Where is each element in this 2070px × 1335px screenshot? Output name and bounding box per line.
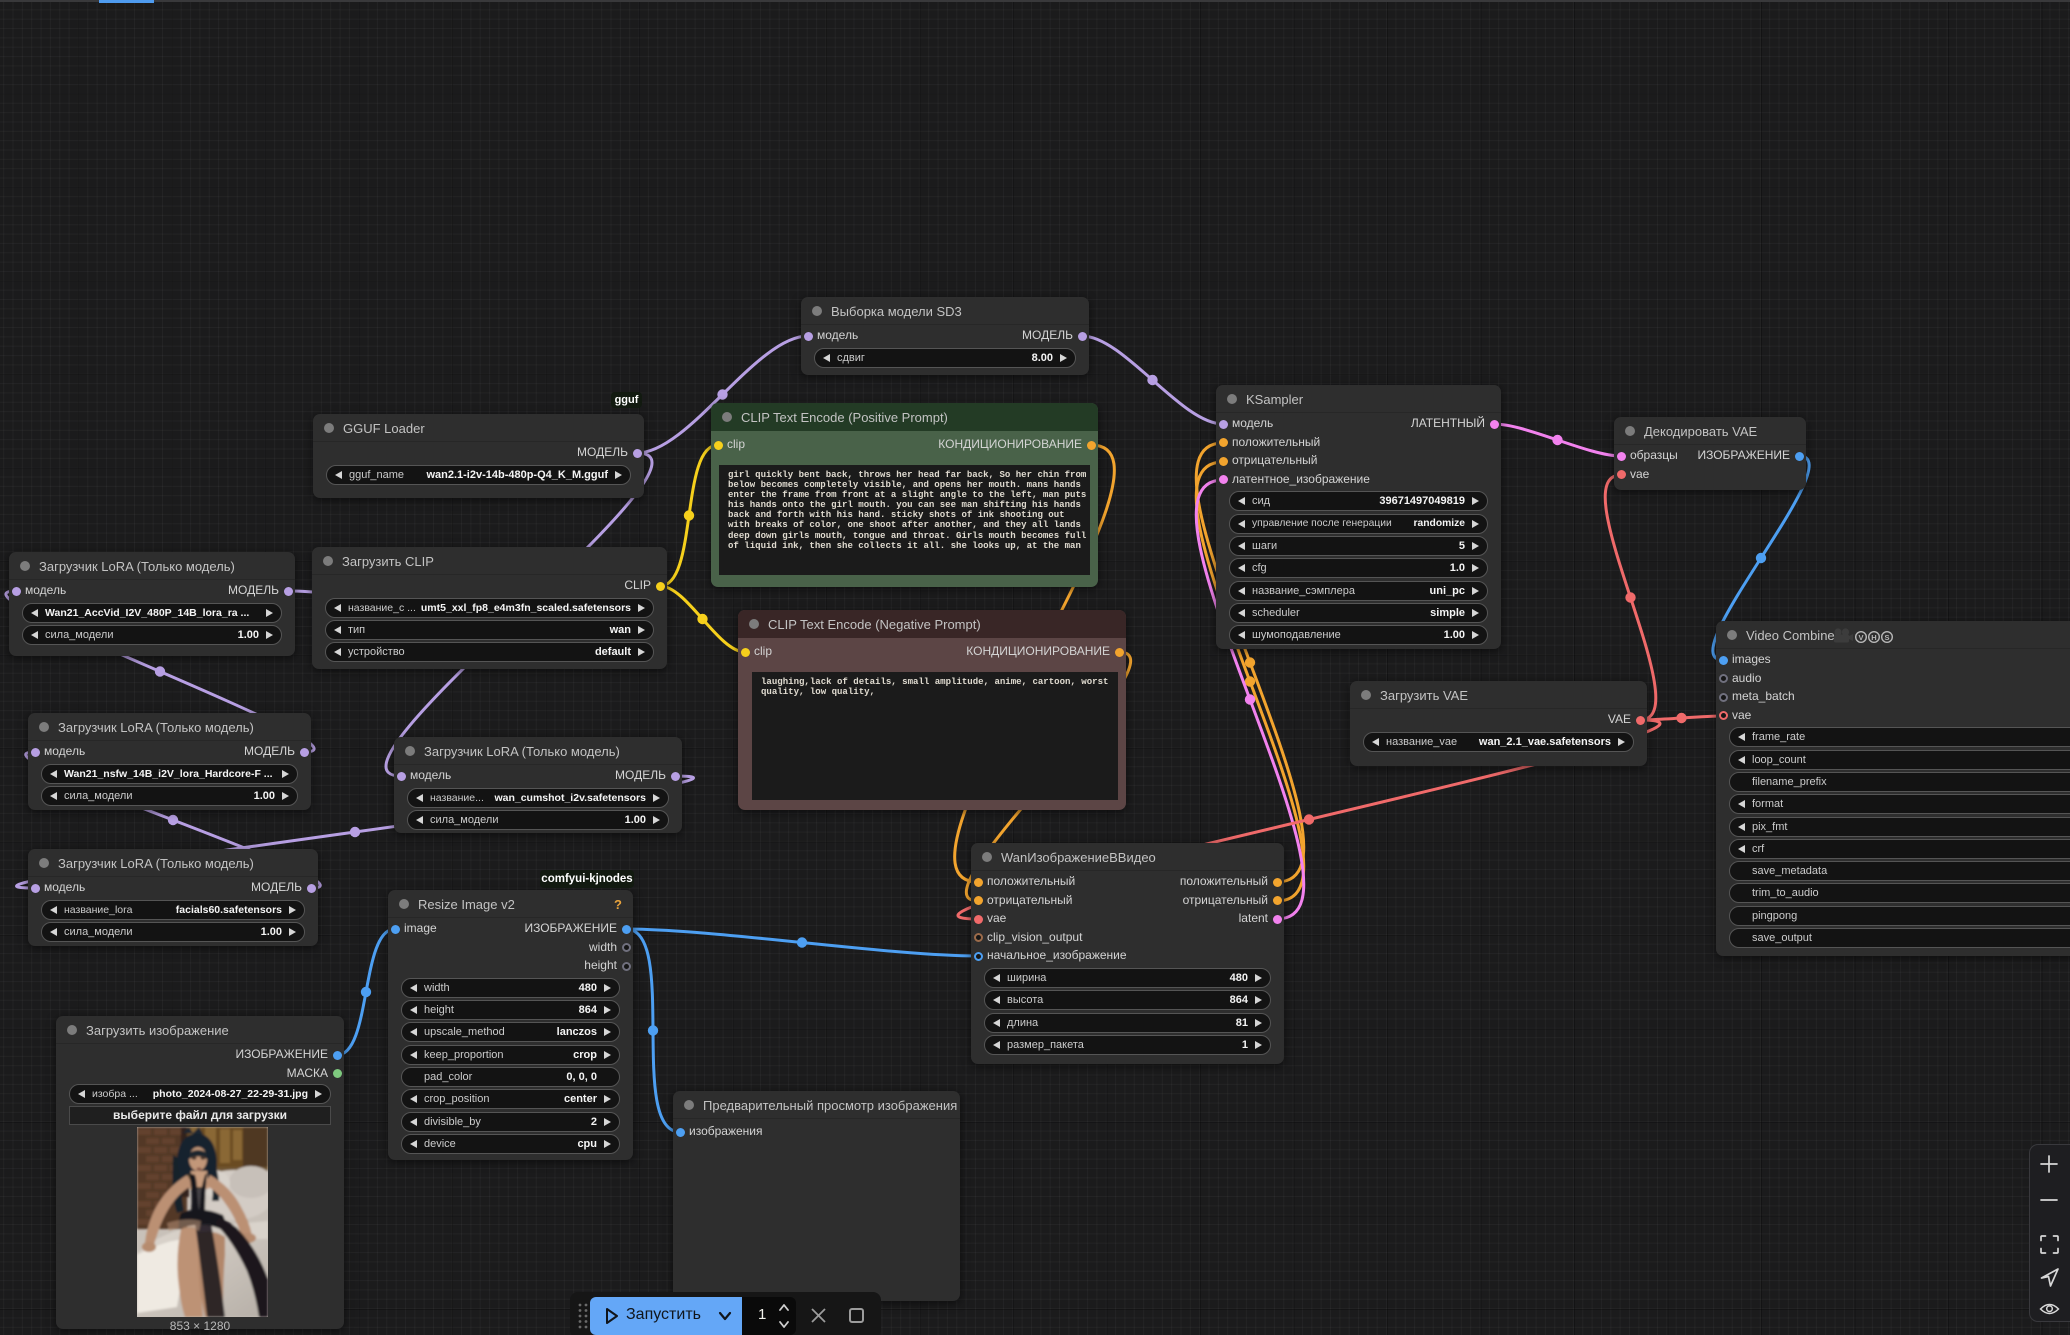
svg-text:S: S [1884,633,1889,642]
svg-text:V: V [1858,633,1863,642]
svg-text:H: H [1871,633,1876,642]
